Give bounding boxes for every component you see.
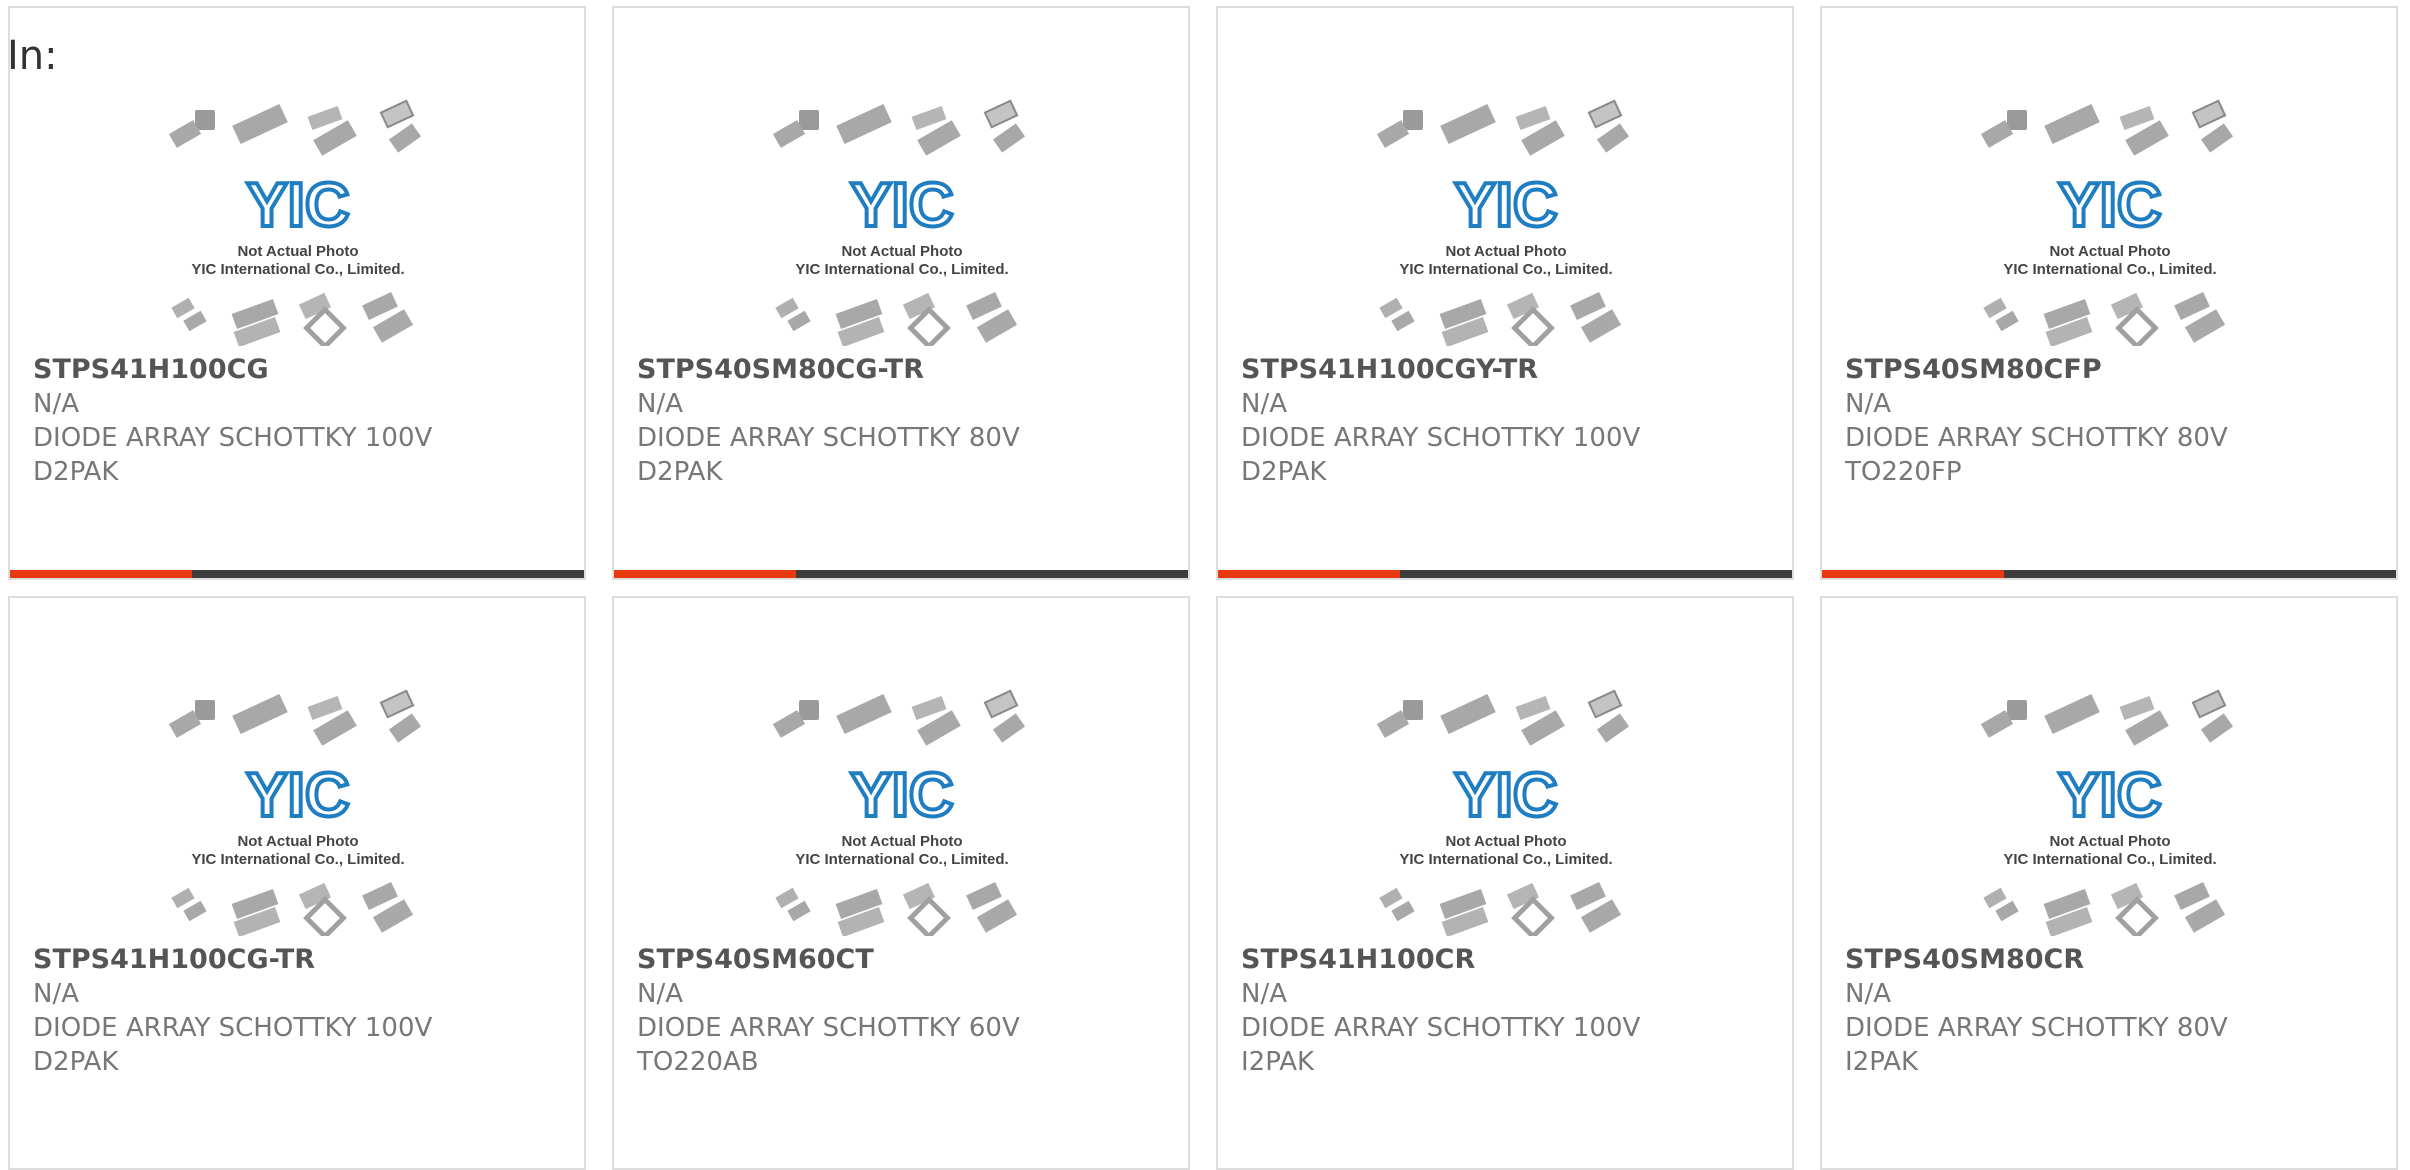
product-package: TO220FP [1845,457,1962,487]
product-card-link[interactable]: YIC Not Actual Photo YIC International Co.… [10,598,584,1168]
product-description: DIODE ARRAY SCHOTTKY 100V [33,1013,433,1043]
card-accent-fill [614,570,796,578]
product-description: DIODE ARRAY SCHOTTKY 80V [637,423,1020,453]
card-accent-bar [614,570,1188,578]
placeholder-caption-1: Not Actual Photo [2049,833,2170,850]
product-info: STPS40SM60CT N/A DIODE ARRAY SCHOTTKY 60V T… [637,943,1020,1079]
product-card-link[interactable]: YIC Not Actual Photo YIC International Co.… [1822,8,2396,578]
part-number: STPS41H100CG [33,354,269,385]
product-info: STPS40SM80CFP N/A DIODE ARRAY SCHOTTKY 80V… [1845,353,2228,489]
product-card[interactable]: YIC Not Actual Photo YIC International Co.… [8,596,586,1170]
product-info: STPS40SM80CR N/A DIODE ARRAY SCHOTTKY 80V I… [1845,943,2228,1079]
stock-status: N/A [1845,979,1891,1009]
product-package: D2PAK [1241,457,1327,487]
yic-logo-text: YIC [246,171,349,240]
product-placeholder-image: YIC Not Actual Photo YIC International Co.… [1373,96,1643,350]
product-info: STPS40SM80CG-TR N/A DIODE ARRAY SCHOTTKY 8… [637,353,1020,489]
product-info: STPS41H100CG-TR N/A DIODE ARRAY SCHOTTKY 1… [33,943,432,1079]
stock-status: N/A [33,389,79,419]
part-number: STPS40SM80CG-TR [637,354,924,385]
part-number: STPS41H100CG-TR [33,944,316,975]
card-accent-bar [1218,570,1792,578]
product-description: DIODE ARRAY SCHOTTKY 100V [1241,423,1641,453]
product-placeholder-image: YIC Not Actual Photo YIC International Co.… [165,686,435,940]
product-placeholder-image: YIC Not Actual Photo YIC International Co.… [769,686,1039,940]
product-package: I2PAK [1241,1047,1315,1077]
product-placeholder-image: YIC Not Actual Photo YIC International Co.… [165,96,435,350]
product-description: DIODE ARRAY SCHOTTKY 100V [1241,1013,1641,1043]
part-number: STPS41H100CR [1241,944,1476,975]
card-accent-bar [1822,570,2396,578]
placeholder-caption-1: Not Actual Photo [2049,243,2170,260]
stock-status: N/A [637,389,683,419]
stock-status: N/A [33,979,79,1009]
product-info: STPS41H100CR N/A DIODE ARRAY SCHOTTKY 100V… [1241,943,1640,1079]
product-package: D2PAK [33,457,119,487]
product-placeholder-image: YIC Not Actual Photo YIC International Co.… [1977,686,2247,940]
placeholder-caption-2: YIC International Co., Limited. [1399,851,1612,868]
product-package: I2PAK [1845,1047,1919,1077]
yic-logo-text: YIC [2058,761,2161,830]
stock-status: N/A [637,979,683,1009]
product-card[interactable]: YIC Not Actual Photo YIC International Co.… [1216,596,1794,1170]
product-placeholder-image: YIC Not Actual Photo YIC International Co.… [1977,96,2247,350]
placeholder-caption-1: Not Actual Photo [237,833,358,850]
product-card-link[interactable]: YIC Not Actual Photo YIC International Co.… [614,8,1188,578]
product-card-link[interactable]: YIC Not Actual Photo YIC International Co.… [614,598,1188,1168]
placeholder-caption-1: Not Actual Photo [237,243,358,260]
card-accent-fill [10,570,192,578]
product-card-link[interactable]: YIC Not Actual Photo YIC International Co.… [10,8,584,578]
placeholder-caption-2: YIC International Co., Limited. [795,851,1008,868]
yic-logo-text: YIC [1454,761,1557,830]
product-card[interactable]: YIC Not Actual Photo YIC International Co.… [612,596,1190,1170]
filter-label: In: [7,33,58,79]
placeholder-caption-2: YIC International Co., Limited. [191,261,404,278]
product-placeholder-image: YIC Not Actual Photo YIC International Co.… [769,96,1039,350]
yic-logo-text: YIC [850,761,953,830]
yic-logo-text: YIC [246,761,349,830]
placeholder-caption-2: YIC International Co., Limited. [191,851,404,868]
product-description: DIODE ARRAY SCHOTTKY 60V [637,1013,1020,1043]
product-card[interactable]: YIC Not Actual Photo YIC International Co.… [1820,6,2398,580]
product-card[interactable]: YIC Not Actual Photo YIC International Co.… [1216,6,1794,580]
placeholder-caption-2: YIC International Co., Limited. [2003,851,2216,868]
part-number: STPS41H100CGY-TR [1241,354,1539,385]
placeholder-caption-1: Not Actual Photo [1445,243,1566,260]
stock-status: N/A [1845,389,1891,419]
placeholder-caption-1: Not Actual Photo [841,243,962,260]
product-card-link[interactable]: YIC Not Actual Photo YIC International Co.… [1218,8,1792,578]
part-number: STPS40SM60CT [637,944,874,975]
product-package: D2PAK [637,457,723,487]
product-info: STPS41H100CGY-TR N/A DIODE ARRAY SCHOTTKY … [1241,353,1640,489]
card-accent-fill [1218,570,1400,578]
placeholder-caption-2: YIC International Co., Limited. [2003,261,2216,278]
yic-logo-text: YIC [2058,171,2161,240]
placeholder-caption-2: YIC International Co., Limited. [1399,261,1612,278]
product-placeholder-image: YIC Not Actual Photo YIC International Co.… [1373,686,1643,940]
product-card-link[interactable]: YIC Not Actual Photo YIC International Co.… [1822,598,2396,1168]
stock-status: N/A [1241,389,1287,419]
placeholder-caption-2: YIC International Co., Limited. [795,261,1008,278]
product-card[interactable]: YIC Not Actual Photo YIC International Co.… [8,6,586,580]
product-package: TO220AB [637,1047,759,1077]
card-accent-fill [1822,570,2004,578]
yic-logo-text: YIC [1454,171,1557,240]
product-card[interactable]: YIC Not Actual Photo YIC International Co.… [1820,596,2398,1170]
product-description: DIODE ARRAY SCHOTTKY 100V [33,423,433,453]
part-number: STPS40SM80CR [1845,944,2085,975]
product-info: STPS41H100CG N/A DIODE ARRAY SCHOTTKY 100V… [33,353,432,489]
placeholder-caption-1: Not Actual Photo [1445,833,1566,850]
product-card[interactable]: YIC Not Actual Photo YIC International Co.… [612,6,1190,580]
product-description: DIODE ARRAY SCHOTTKY 80V [1845,423,2228,453]
card-accent-bar [10,570,584,578]
part-number: STPS40SM80CFP [1845,354,2102,385]
stock-status: N/A [1241,979,1287,1009]
product-description: DIODE ARRAY SCHOTTKY 80V [1845,1013,2228,1043]
product-card-link[interactable]: YIC Not Actual Photo YIC International Co.… [1218,598,1792,1168]
yic-logo-text: YIC [850,171,953,240]
placeholder-caption-1: Not Actual Photo [841,833,962,850]
product-package: D2PAK [33,1047,119,1077]
